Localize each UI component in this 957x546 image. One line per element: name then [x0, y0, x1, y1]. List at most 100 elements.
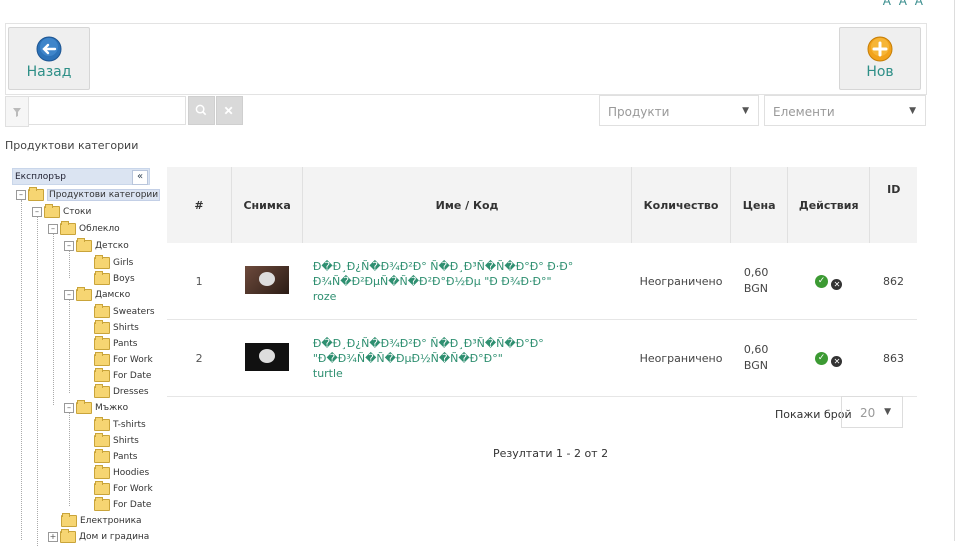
check-icon[interactable]: ✓ — [814, 351, 828, 365]
folder-icon — [60, 529, 76, 543]
filter-toggle[interactable] — [5, 96, 29, 127]
collapse-icon[interactable]: – — [64, 241, 74, 251]
folder-icon — [94, 384, 110, 398]
elements-select[interactable]: Елементи ▼ — [764, 95, 926, 126]
collapse-icon[interactable]: – — [16, 190, 26, 200]
column-header-id[interactable]: ID — [869, 167, 917, 243]
tree-node[interactable]: For Work — [94, 481, 153, 497]
row-number: 1 — [167, 243, 232, 320]
tree-node[interactable]: – Дамско — [64, 287, 130, 303]
row-name-cell: Ð�Ð¸Ð¿Ñ�Ð¾Ð²Ð° Ñ�Ð¸Ð³Ñ�Ñ�Ð°Ð° Ð·Ð° Ð¾Ñ�Ð… — [302, 243, 632, 320]
row-name-cell: Ð�Ð¸Ð¿Ñ�Ð¾Ð²Ð° Ñ�Ð¸Ð³Ñ�Ñ�Ð°Ð° "Ð�Ð¾Ñ�Ñ�Ð… — [302, 319, 632, 397]
folder-icon — [28, 187, 44, 201]
tree-node[interactable]: Pants — [94, 449, 137, 465]
table-row: 2 Ð�Ð¸Ð¿Ñ�Ð¾Ð²Ð° Ñ�Ð¸Ð³Ñ�Ñ�Ð°Ð° "Ð�Ð¾Ñ�Ñ… — [167, 319, 917, 397]
category-tree: Експлорър « – Продуктови категории – Стоки… — [12, 168, 161, 546]
back-button[interactable]: Назад — [8, 27, 90, 90]
products-select-value: Продукти — [608, 105, 670, 119]
product-thumbnail[interactable] — [245, 342, 290, 371]
tree-header: Експлорър « — [12, 168, 150, 185]
results-summary: Резултати 1 - 2 от 2 — [493, 447, 609, 460]
delete-icon[interactable]: ✕ — [831, 278, 843, 290]
product-code[interactable]: roze — [313, 289, 631, 304]
column-header-name[interactable]: Име / Код — [302, 167, 632, 243]
chevron-down-icon: ▼ — [742, 106, 749, 116]
collapse-icon[interactable]: – — [32, 207, 42, 217]
folder-icon — [94, 255, 110, 269]
collapse-icon[interactable]: – — [64, 403, 74, 413]
section-title: Продуктови категории — [5, 139, 139, 152]
folder-icon — [94, 336, 110, 350]
close-icon — [224, 106, 233, 115]
folder-icon — [94, 449, 110, 463]
row-quantity: Неограничено — [631, 319, 731, 397]
new-button[interactable]: Нов — [839, 27, 921, 90]
row-actions: ✓ ✕ — [787, 319, 870, 397]
tree-node[interactable]: – Детско — [64, 238, 129, 254]
tree-node[interactable]: Hoodies — [94, 465, 149, 481]
plus-icon — [867, 36, 893, 62]
row-currency: BGN — [743, 282, 768, 295]
tree-node[interactable]: For Work — [94, 352, 153, 368]
tree-node[interactable]: – Стоки — [32, 204, 91, 220]
tree-node[interactable]: Girls — [94, 255, 133, 271]
page-size-value: 20 — [860, 406, 876, 420]
search-input[interactable] — [28, 96, 186, 125]
product-code[interactable]: turtle — [313, 366, 631, 381]
tree-node[interactable]: Dresses — [94, 384, 149, 400]
folder-icon — [94, 271, 110, 285]
collapse-tree-button[interactable]: « — [132, 170, 148, 185]
check-icon[interactable]: ✓ — [814, 274, 828, 288]
clear-search-button[interactable] — [216, 96, 243, 125]
products-table: # Снимка Име / Код Количество Цена Дейст… — [167, 167, 917, 397]
table-header-row: # Снимка Име / Код Количество Цена Дейст… — [167, 167, 917, 243]
search-icon — [195, 104, 207, 116]
tree-node[interactable]: – Продуктови категории — [16, 187, 161, 203]
elements-select-value: Елементи — [773, 105, 835, 119]
folder-icon — [94, 304, 110, 318]
product-name-link[interactable]: Ð�Ð¸Ð¿Ñ�Ð¾Ð²Ð° Ñ�Ð¸Ð³Ñ�Ñ�Ð°Ð° "Ð�Ð¾Ñ�Ñ�Ð… — [313, 336, 631, 366]
font-size-toggles[interactable]: A A A — [883, 0, 925, 8]
tree-node[interactable]: – Облекло — [48, 221, 120, 237]
column-header-quantity[interactable]: Количество — [631, 167, 732, 243]
row-price-cell: 0,60 BGN — [730, 243, 788, 320]
collapse-icon[interactable]: – — [64, 290, 74, 300]
folder-icon — [76, 287, 92, 301]
row-price: 0,60 — [743, 266, 769, 279]
products-select[interactable]: Продукти ▼ — [599, 95, 759, 126]
tree-node[interactable]: Електроника — [61, 513, 142, 529]
row-id: 862 — [869, 243, 917, 320]
chevron-down-icon: ▼ — [909, 106, 916, 116]
scrollbar-track — [954, 0, 955, 541]
tree-node[interactable]: Sweaters — [94, 304, 155, 320]
page-size-select[interactable]: 20 ▼ — [841, 396, 903, 428]
search-button[interactable] — [188, 96, 215, 125]
row-image-cell — [231, 243, 303, 320]
tree-node[interactable]: Shirts — [94, 320, 139, 336]
tree-node[interactable]: – Мъжко — [64, 400, 128, 416]
filter-icon — [13, 108, 21, 117]
delete-icon[interactable]: ✕ — [831, 355, 843, 367]
tree-node[interactable]: Shirts — [94, 433, 139, 449]
row-price: 0,60 — [743, 343, 769, 356]
folder-icon — [94, 433, 110, 447]
column-header-price[interactable]: Цена — [730, 167, 788, 243]
folder-icon — [94, 465, 110, 479]
collapse-icon[interactable]: – — [48, 224, 58, 234]
tree-node[interactable]: For Date — [94, 497, 151, 513]
tree-node[interactable]: Pants — [94, 336, 137, 352]
back-button-label: Назад — [26, 64, 72, 80]
folder-icon — [94, 417, 110, 431]
row-price-cell: 0,60 BGN — [730, 319, 788, 397]
product-name-link[interactable]: Ð�Ð¸Ð¿Ñ�Ð¾Ð²Ð° Ñ�Ð¸Ð³Ñ�Ñ�Ð°Ð° Ð·Ð° Ð¾Ñ�Ð… — [313, 259, 631, 289]
folder-icon — [94, 368, 110, 382]
column-header-num[interactable]: # — [167, 167, 232, 243]
product-thumbnail[interactable] — [245, 265, 290, 294]
row-quantity: Неограничено — [631, 243, 731, 320]
tree-node[interactable]: For Date — [94, 368, 151, 384]
tree-node[interactable]: + Дом и градина — [48, 529, 149, 545]
folder-icon — [60, 221, 76, 235]
column-header-image[interactable]: Снимка — [231, 167, 304, 243]
tree-node[interactable]: Boys — [94, 271, 135, 287]
tree-node[interactable]: T-shirts — [94, 417, 146, 433]
